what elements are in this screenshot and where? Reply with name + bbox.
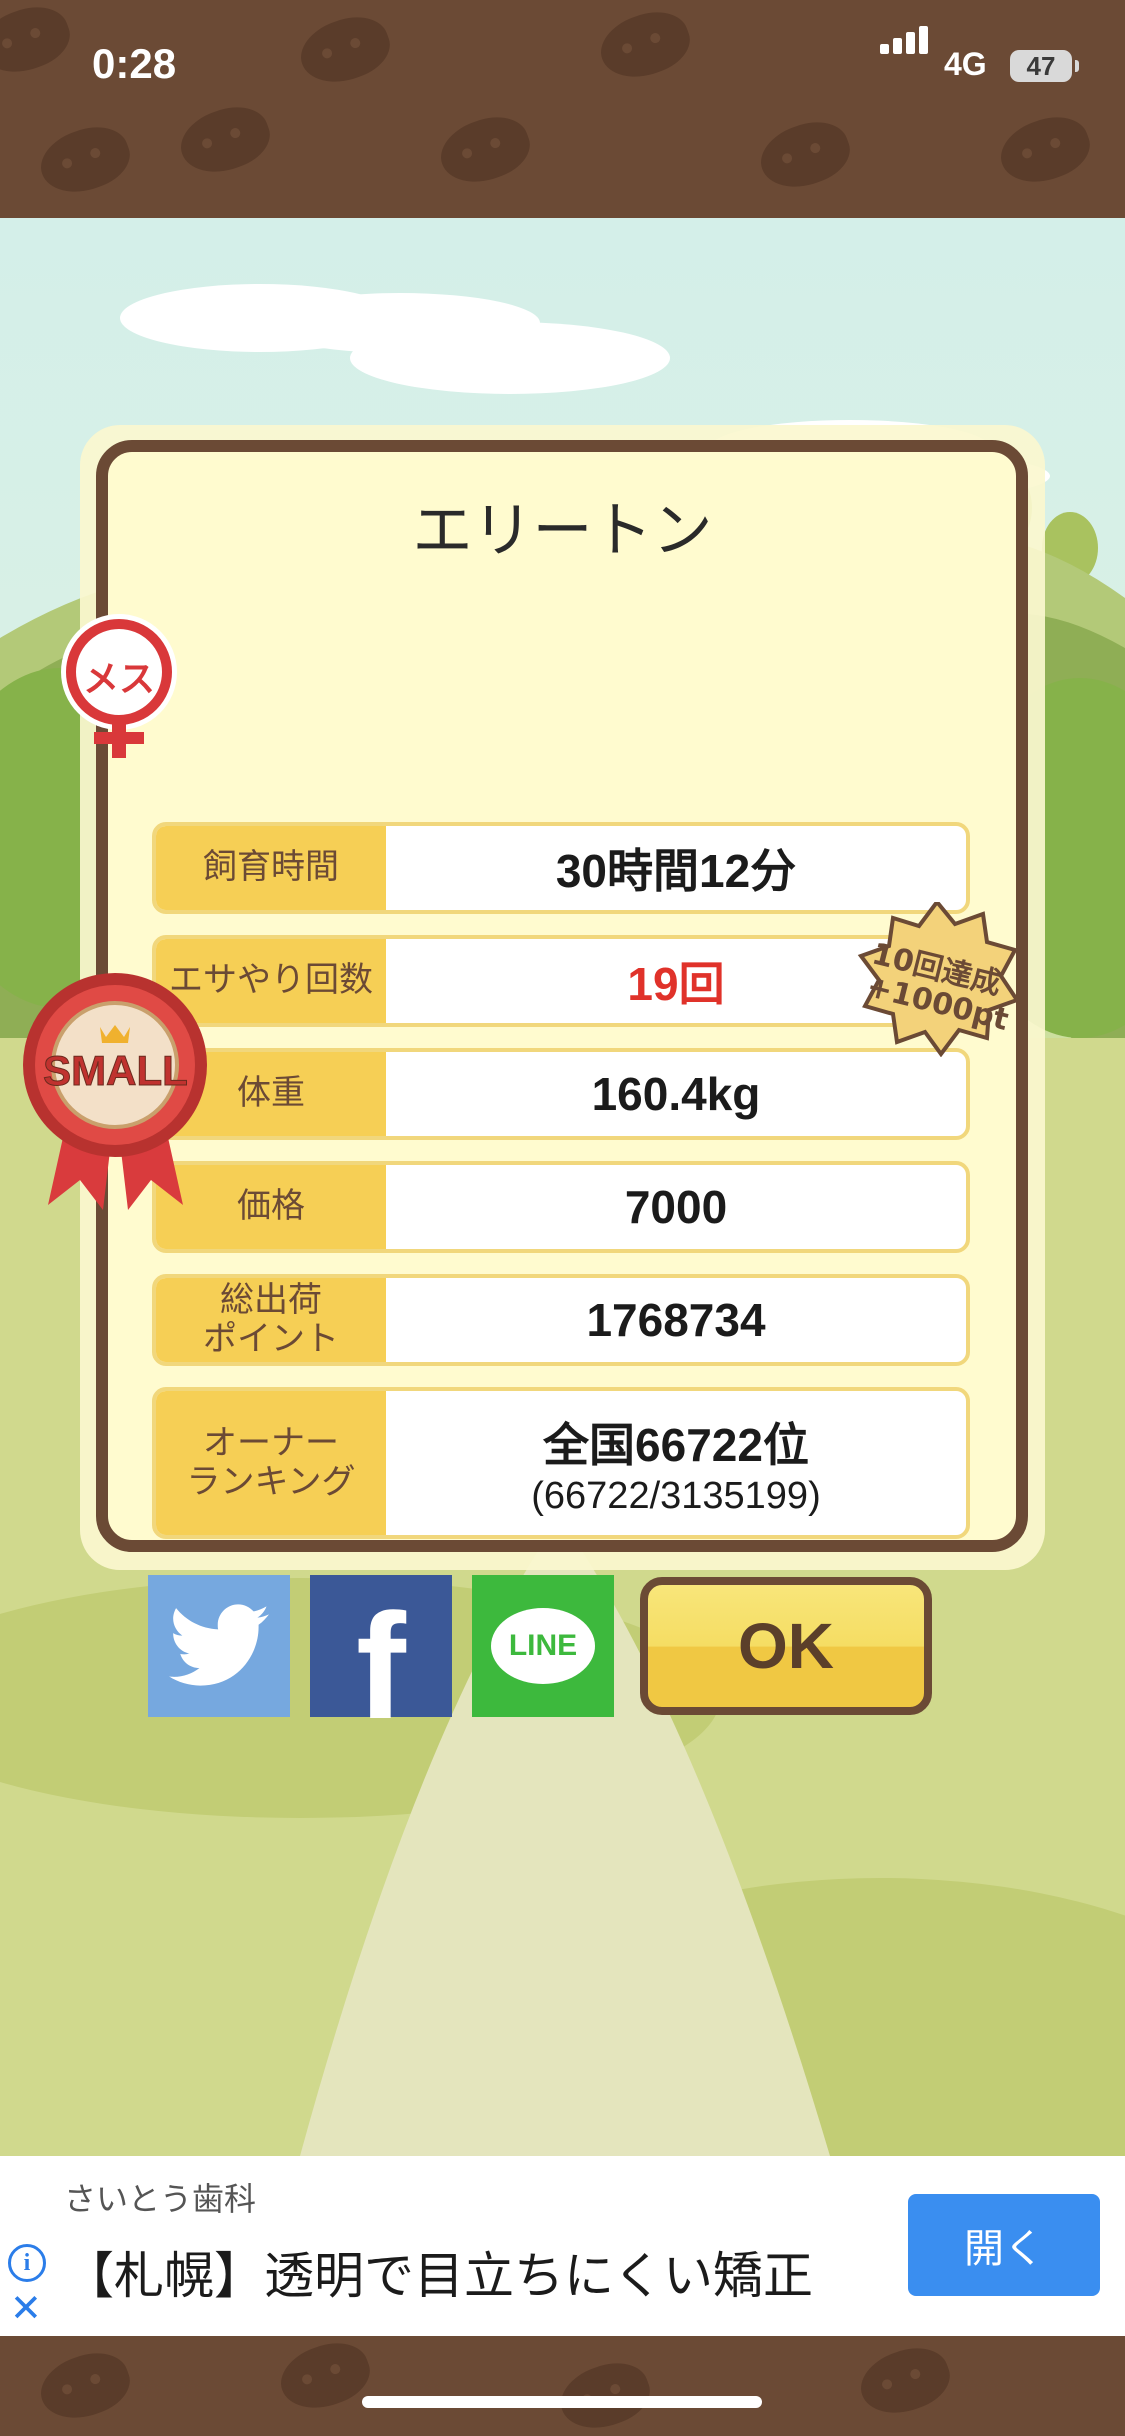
pattern-decoration bbox=[992, 106, 1098, 194]
ranking-value: 全国66722位 bbox=[543, 1418, 809, 1471]
pattern-decoration bbox=[272, 2336, 378, 2420]
stat-label: 総出荷 ポイント bbox=[156, 1278, 386, 1362]
pattern-decoration bbox=[0, 0, 78, 84]
gender-label: メス bbox=[82, 659, 155, 700]
pattern-decoration bbox=[292, 6, 398, 94]
stat-row-owner-ranking: オーナー ランキング 全国66722位 (66722/3135199) bbox=[152, 1387, 970, 1539]
ad-brand: さいとう歯科 bbox=[64, 2180, 257, 2218]
facebook-icon: f bbox=[356, 1581, 406, 1750]
achievement-badge: 10回達成 +1000pt bbox=[855, 898, 1021, 1058]
pattern-decoration bbox=[552, 2352, 658, 2436]
twitter-icon bbox=[169, 1604, 269, 1686]
stat-label: オーナー ランキング bbox=[156, 1391, 386, 1535]
stat-row-weight: 体重 160.4kg bbox=[152, 1048, 970, 1140]
stat-label: 飼育時間 bbox=[156, 826, 386, 910]
stat-value: 30時間12分 bbox=[555, 845, 797, 897]
pattern-decoration bbox=[32, 2342, 138, 2430]
pattern-decoration bbox=[592, 1, 698, 89]
pattern-decoration bbox=[752, 111, 858, 199]
ad-headline: 【札幌】透明で目立ちにくい矯正 bbox=[64, 2247, 813, 2305]
ranking-detail: (66722/3135199) bbox=[531, 1474, 821, 1517]
stat-row-total-points: 総出荷 ポイント 1768734 bbox=[152, 1274, 970, 1366]
network-label: 4G bbox=[944, 46, 987, 82]
stat-row-feeding-count: エサやり回数 19回 bbox=[152, 935, 970, 1027]
pattern-decoration bbox=[432, 106, 538, 194]
twitter-share-button[interactable] bbox=[148, 1575, 290, 1717]
size-ribbon-badge: SMALL bbox=[18, 965, 213, 1210]
facebook-share-button[interactable]: f bbox=[310, 1575, 452, 1750]
status-bar: 0:28 4G 47 bbox=[0, 0, 1125, 218]
stat-value: 160.4kg bbox=[591, 1068, 761, 1120]
ad-banner[interactable]: さいとう歯科 【札幌】透明で目立ちにくい矯正 開く i ✕ bbox=[0, 2156, 1125, 2336]
pattern-decoration bbox=[32, 116, 138, 204]
close-icon[interactable]: ✕ bbox=[10, 2286, 42, 2330]
stat-row-raising-time: 飼育時間 30時間12分 bbox=[152, 822, 970, 914]
home-indicator[interactable] bbox=[362, 2396, 762, 2408]
pattern-decoration bbox=[852, 2337, 958, 2425]
stat-value: 7000 bbox=[624, 1181, 728, 1233]
info-icon[interactable]: i bbox=[8, 2244, 46, 2282]
bottom-bar bbox=[0, 2336, 1125, 2436]
ad-open-button[interactable]: 開く bbox=[908, 2194, 1100, 2296]
stat-value-group: 全国66722位 (66722/3135199) bbox=[386, 1391, 966, 1535]
status-time: 0:28 bbox=[92, 40, 177, 87]
pattern-decoration bbox=[172, 96, 278, 184]
ok-button[interactable]: OK bbox=[640, 1577, 932, 1715]
battery-icon: 47 bbox=[1010, 50, 1079, 82]
female-badge: メス bbox=[54, 612, 184, 762]
stat-row-price: 価格 7000 bbox=[152, 1161, 970, 1253]
stat-value: 1768734 bbox=[586, 1294, 766, 1346]
pig-name: エリートン bbox=[412, 496, 713, 566]
line-share-button[interactable]: LINE bbox=[472, 1575, 614, 1717]
line-icon: LINE bbox=[491, 1608, 595, 1684]
size-label: SMALL bbox=[43, 1047, 189, 1095]
